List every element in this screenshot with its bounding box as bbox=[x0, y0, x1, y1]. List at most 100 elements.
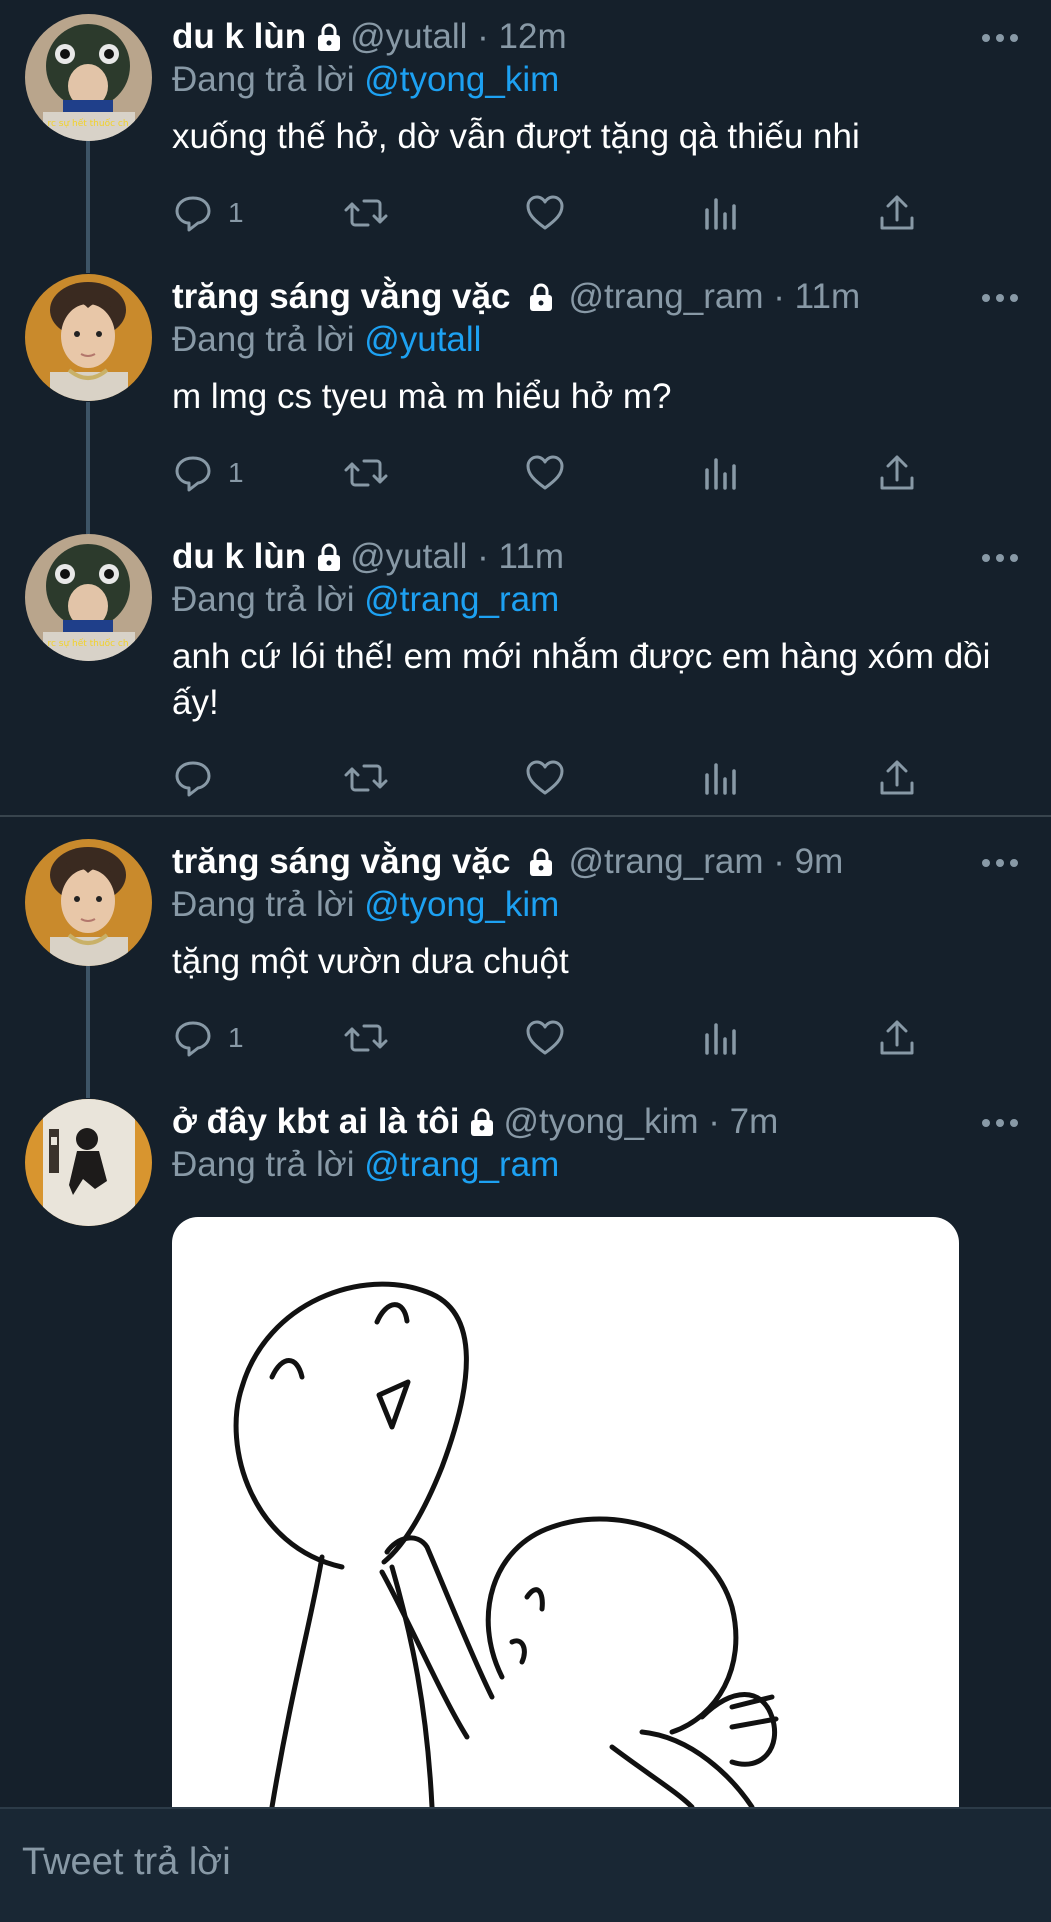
retweet-icon bbox=[344, 199, 388, 227]
analytics-icon bbox=[705, 1023, 736, 1055]
tweet-4[interactable]: trăng sáng vằng vặc @trang_ram · 9m Đang … bbox=[0, 825, 1051, 1085]
user-handle[interactable]: @trang_ram bbox=[568, 277, 763, 316]
heart-icon bbox=[526, 455, 564, 490]
mention-link[interactable]: @tyong_kim bbox=[364, 60, 559, 99]
retweet-icon bbox=[344, 459, 388, 487]
more-icon[interactable] bbox=[977, 26, 1023, 50]
share-button[interactable] bbox=[878, 1013, 916, 1063]
timestamp[interactable]: 7m bbox=[730, 1102, 779, 1141]
avatar[interactable] bbox=[25, 839, 152, 966]
heart-icon bbox=[526, 1020, 564, 1055]
tweet-text: xuống thế hở, dờ vẫn đượt tặng qà thiếu … bbox=[172, 117, 860, 156]
tweet-header: ở đây kbt ai là tôi @tyong_kim · 7m bbox=[172, 1099, 778, 1149]
reply-icon bbox=[175, 1021, 211, 1057]
reply-button[interactable]: 1 bbox=[172, 1013, 244, 1063]
tweet-1[interactable]: rc sự hết thuốc ch du k lùn @yutall · 12m… bbox=[0, 0, 1051, 260]
analytics-button[interactable] bbox=[702, 1013, 738, 1063]
avatar[interactable]: rc sự hết thuốc ch bbox=[25, 534, 152, 661]
heart-icon bbox=[526, 195, 564, 230]
tweet-2[interactable]: trăng sáng vằng vặc @trang_ram · 11m Đang… bbox=[0, 260, 1051, 520]
like-button[interactable] bbox=[524, 188, 566, 238]
tweet-actions: 1 bbox=[172, 188, 932, 238]
display-name[interactable]: trăng sáng vằng vặc bbox=[172, 277, 510, 316]
heart-icon bbox=[526, 760, 564, 795]
tweet-header: trăng sáng vằng vặc @trang_ram · 9m bbox=[172, 839, 843, 889]
reply-button[interactable] bbox=[172, 753, 228, 803]
more-icon[interactable] bbox=[977, 546, 1023, 570]
display-name[interactable]: du k lùn bbox=[172, 537, 306, 576]
mention-link[interactable]: @tyong_kim bbox=[364, 885, 559, 924]
replying-to: Đang trả lời @trang_ram bbox=[172, 1145, 560, 1184]
retweet-icon bbox=[344, 1024, 388, 1052]
mention-link[interactable]: @yutall bbox=[364, 320, 481, 359]
analytics-button[interactable] bbox=[702, 188, 738, 238]
tweet-text: tặng một vườn dưa chuột bbox=[172, 942, 569, 981]
retweet-button[interactable] bbox=[344, 188, 388, 238]
tweet-3[interactable]: rc sự hết thuốc ch du k lùn @yutall · 11m… bbox=[0, 520, 1051, 815]
replying-to: Đang trả lời @yutall bbox=[172, 320, 482, 359]
tweet-header: du k lùn @yutall · 11m bbox=[172, 534, 564, 584]
reply-input[interactable]: Tweet trả lời bbox=[22, 1841, 231, 1884]
reply-icon bbox=[175, 196, 211, 232]
timestamp[interactable]: 11m bbox=[795, 277, 861, 316]
display-name[interactable]: trăng sáng vằng vặc bbox=[172, 842, 510, 881]
mention-link[interactable]: @trang_ram bbox=[364, 580, 559, 619]
replying-to: Đang trả lời @tyong_kim bbox=[172, 885, 560, 924]
more-icon[interactable] bbox=[977, 851, 1023, 875]
user-handle[interactable]: @yutall bbox=[350, 17, 467, 56]
tweet-actions: 1 bbox=[172, 1013, 932, 1063]
analytics-button[interactable] bbox=[702, 753, 738, 803]
display-name[interactable]: ở đây kbt ai là tôi bbox=[172, 1102, 459, 1141]
svg-text:rc sự hết thuốc ch: rc sự hết thuốc ch bbox=[47, 118, 128, 129]
avatar[interactable]: rc sự hết thuốc ch bbox=[25, 14, 152, 141]
reply-button[interactable]: 1 bbox=[172, 188, 244, 238]
user-handle[interactable]: @trang_ram bbox=[568, 842, 763, 881]
retweet-button[interactable] bbox=[344, 1013, 388, 1063]
tweet-actions bbox=[172, 753, 932, 803]
user-handle[interactable]: @tyong_kim bbox=[503, 1102, 698, 1141]
share-icon bbox=[880, 455, 914, 490]
conversation-divider bbox=[0, 815, 1051, 817]
analytics-icon bbox=[705, 763, 736, 795]
share-button[interactable] bbox=[878, 448, 916, 498]
share-button[interactable] bbox=[878, 188, 916, 238]
avatar[interactable] bbox=[25, 274, 152, 401]
retweet-button[interactable] bbox=[344, 753, 388, 803]
retweet-button[interactable] bbox=[344, 448, 388, 498]
tweet-image[interactable] bbox=[172, 1217, 959, 1807]
replying-to: Đang trả lời @tyong_kim bbox=[172, 60, 560, 99]
more-icon[interactable] bbox=[977, 286, 1023, 310]
sketch-drawing bbox=[233, 1281, 779, 1807]
analytics-icon bbox=[705, 458, 736, 490]
reply-icon bbox=[175, 456, 211, 492]
more-icon[interactable] bbox=[977, 1111, 1023, 1135]
reply-button[interactable]: 1 bbox=[172, 448, 244, 498]
reply-count: 1 bbox=[228, 457, 244, 488]
reply-icon bbox=[175, 761, 211, 797]
analytics-button[interactable] bbox=[702, 448, 738, 498]
tweet-header: du k lùn @yutall · 12m bbox=[172, 14, 567, 64]
tweet-text: m lmg cs tyeu mà m hiểu hở m? bbox=[172, 377, 672, 416]
lock-icon bbox=[526, 278, 556, 324]
timestamp[interactable]: 11m bbox=[499, 537, 565, 576]
share-icon bbox=[880, 195, 914, 230]
share-icon bbox=[880, 1020, 914, 1055]
share-button[interactable] bbox=[878, 753, 916, 803]
replying-to: Đang trả lời @trang_ram bbox=[172, 580, 560, 619]
timestamp[interactable]: 9m bbox=[795, 842, 844, 881]
tweet-text: anh cứ lói thế! em mới nhắm được em hàng… bbox=[172, 637, 991, 722]
reply-count: 1 bbox=[228, 1022, 244, 1053]
mention-link[interactable]: @trang_ram bbox=[364, 1145, 559, 1184]
like-button[interactable] bbox=[524, 753, 566, 803]
tweet-actions: 1 bbox=[172, 448, 932, 498]
retweet-icon bbox=[344, 764, 388, 792]
like-button[interactable] bbox=[524, 448, 566, 498]
timestamp[interactable]: 12m bbox=[499, 17, 567, 56]
display-name[interactable]: du k lùn bbox=[172, 17, 306, 56]
svg-text:rc sự hết thuốc ch: rc sự hết thuốc ch bbox=[47, 638, 128, 649]
user-handle[interactable]: @yutall bbox=[350, 537, 467, 576]
analytics-icon bbox=[705, 198, 736, 230]
avatar[interactable] bbox=[25, 1099, 152, 1226]
reply-composer[interactable]: Tweet trả lời bbox=[0, 1807, 1051, 1922]
like-button[interactable] bbox=[524, 1013, 566, 1063]
